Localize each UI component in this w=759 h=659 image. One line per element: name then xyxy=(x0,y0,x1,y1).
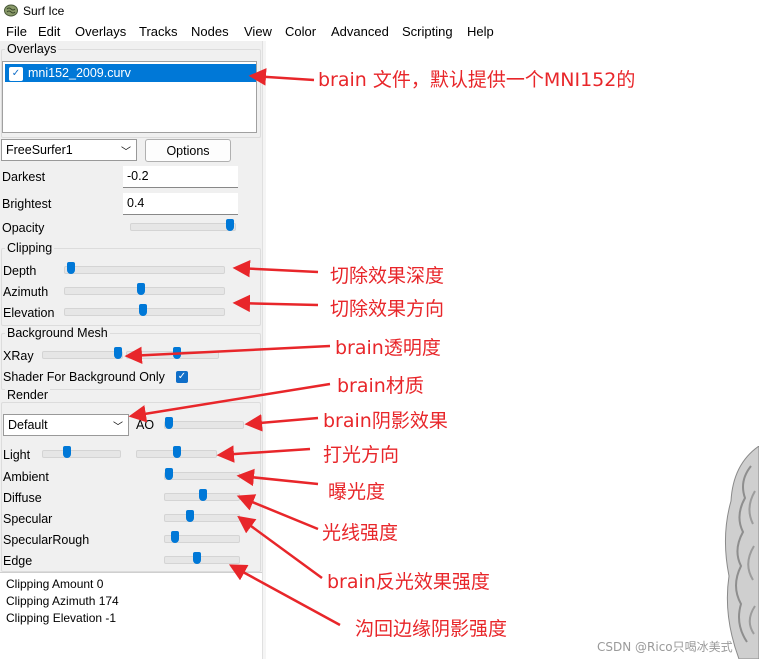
annotation-clip-depth: 切除效果深度 xyxy=(330,265,445,287)
arrow-light-strength xyxy=(236,494,319,531)
annotation-reflection-strength: brain反光效果强度 xyxy=(327,571,490,593)
annotation-clip-direction: 切除效果方向 xyxy=(330,298,445,320)
arrow-brain-file xyxy=(248,68,315,86)
arrow-exposure xyxy=(236,468,319,487)
annotation-brain-transparency: brain透明度 xyxy=(335,337,441,359)
arrow-clip-depth xyxy=(232,259,319,278)
annotation-arrows xyxy=(124,68,341,627)
arrow-brain-transparency xyxy=(124,344,331,365)
annotation-light-strength: 光线强度 xyxy=(322,522,399,544)
watermark: CSDN @Rico只喝冰美式 xyxy=(597,640,733,654)
annotation-brain-file: brain 文件，默认提供一个MNI152的 xyxy=(318,69,636,91)
annotation-light-direction: 打光方向 xyxy=(323,444,400,466)
arrow-light-direction xyxy=(216,445,311,463)
annotation-sulci-edge-shadow: 沟回边缘阴影强度 xyxy=(355,618,508,640)
arrow-brain-material xyxy=(128,382,331,423)
arrow-clip-direction xyxy=(232,294,319,313)
annotation-exposure: 曝光度 xyxy=(328,481,386,503)
arrow-brain-shadow xyxy=(244,414,319,432)
arrow-reflection-strength xyxy=(237,515,323,580)
arrow-sulci-edge-shadow xyxy=(228,564,341,627)
annotation-brain-shadow: brain阴影效果 xyxy=(323,410,448,432)
annotation-brain-material: brain材质 xyxy=(337,375,424,397)
